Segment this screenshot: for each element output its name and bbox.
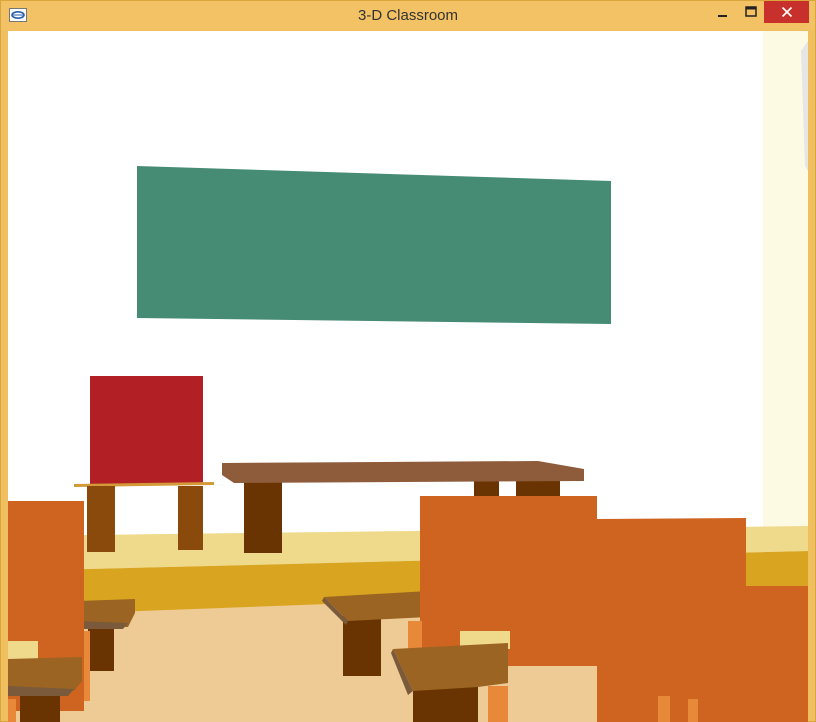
chalkboard	[137, 166, 611, 324]
close-icon	[781, 6, 793, 18]
minimize-icon	[717, 6, 729, 18]
window-title: 3-D Classroom	[357, 7, 459, 24]
side-wall	[763, 31, 808, 546]
app-window: 3-D Classroom	[0, 0, 816, 722]
maximize-button[interactable]	[736, 1, 766, 23]
close-button[interactable]	[764, 1, 809, 23]
title-bar[interactable]: 3-D Classroom	[1, 1, 815, 30]
minimize-button[interactable]	[707, 1, 739, 23]
student-chair	[8, 501, 90, 722]
maximize-icon	[745, 6, 757, 18]
classroom-scene	[8, 31, 808, 722]
opengl-viewport[interactable]	[8, 31, 808, 722]
